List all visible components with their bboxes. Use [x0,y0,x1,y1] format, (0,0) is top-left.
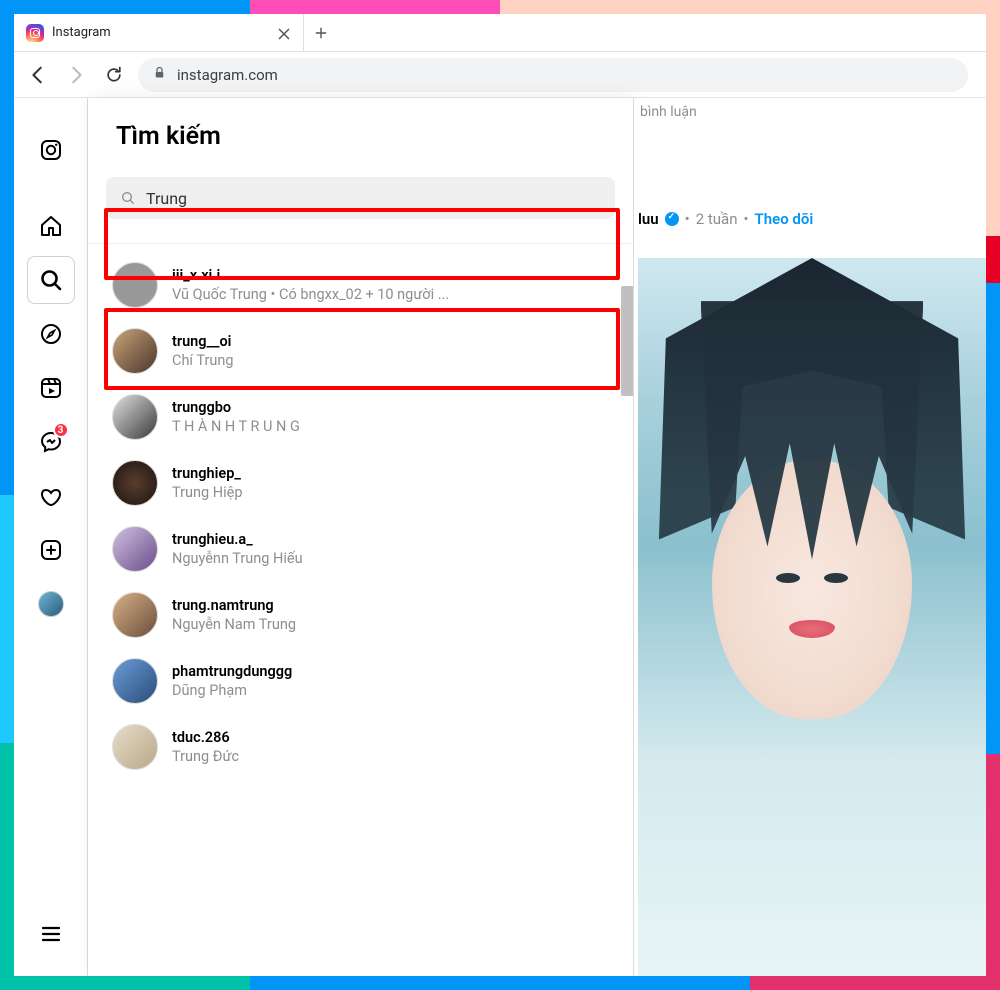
sidebar-notifications[interactable] [27,472,75,520]
post-image[interactable] [638,258,986,976]
post-sep: • [743,210,748,228]
search-title: Tìm kiếm [88,98,633,177]
result-username: phamtrungdunggg [172,663,292,680]
search-result-item[interactable]: trunggbo T H À N H T R U N G [88,384,633,450]
search-result-item[interactable]: trung.namtrung Nguyễn Nam Trung [88,582,633,648]
follow-button[interactable]: Theo dõi [755,210,814,228]
reload-button[interactable] [100,61,128,89]
scrollbar[interactable] [621,286,634,396]
post-username[interactable]: luu [638,210,659,228]
close-tab-icon[interactable] [277,26,291,40]
browser-window: Instagram instagram.com [14,14,986,976]
post-sep: • [685,210,690,228]
result-username: iii_x.xi.i [172,267,449,284]
url-text: instagram.com [177,66,278,84]
sidebar-profile[interactable] [27,580,75,628]
result-username: trunghieu.a_ [172,531,303,548]
result-subtitle: Nguyễn Nam Trung [172,616,296,633]
result-avatar [112,658,158,704]
result-avatar [112,592,158,638]
back-button[interactable] [24,61,52,89]
messages-badge: 3 [53,422,69,438]
search-result-item[interactable]: phamtrungdunggg Dũng Phạm [88,648,633,714]
search-input-wrap: Trung [88,177,633,244]
result-avatar [112,724,158,770]
result-username: trunggbo [172,399,300,416]
instagram-sidebar: 3 [14,98,88,976]
search-result-item[interactable]: trunghiep_ Trung Hiệp [88,450,633,516]
result-avatar [112,460,158,506]
result-subtitle: T H À N H T R U N G [172,418,300,435]
search-result-item[interactable]: iii_x.xi.i Vũ Quốc Trung • Có bngxx_02 + … [88,252,633,318]
result-subtitle: Vũ Quốc Trung • Có bngxx_02 + 10 người .… [172,286,449,303]
result-subtitle: Trung Hiệp [172,484,242,501]
sidebar-explore[interactable] [27,310,75,358]
search-results: iii_x.xi.i Vũ Quốc Trung • Có bngxx_02 + … [88,244,633,932]
sidebar-create[interactable] [27,526,75,574]
search-result-item[interactable]: trung__oi Chí Trung [88,318,633,384]
result-subtitle: Dũng Phạm [172,682,292,699]
new-tab-button[interactable] [304,26,338,40]
result-username: trung.namtrung [172,597,296,614]
comment-fragment: bình luận [634,98,986,154]
lock-icon [152,65,167,84]
sidebar-home[interactable] [27,202,75,250]
forward-button[interactable] [62,61,90,89]
sidebar-logo[interactable] [27,126,75,174]
result-avatar [112,394,158,440]
result-avatar [112,262,158,308]
sidebar-messages[interactable]: 3 [27,418,75,466]
result-username: tduc.286 [172,729,239,746]
browser-toolbar: instagram.com [14,52,986,98]
search-result-item[interactable]: trunghieu.a_ Nguyễnn Trung Hiếu [88,516,633,582]
result-username: trunghiep_ [172,465,242,482]
feed-column: bình luận luu • 2 tuần • Theo dõi [634,98,986,976]
result-username: trung__oi [172,333,234,350]
search-icon [120,190,136,206]
search-panel: Tìm kiếm Trung iii_x.xi.i Vũ Quốc Trung •… [88,98,634,976]
instagram-favicon [26,24,44,42]
avatar-icon [38,591,64,617]
sidebar-more[interactable] [27,910,75,958]
sidebar-search[interactable] [27,256,75,304]
post-header: luu • 2 tuần • Theo dõi [638,210,813,228]
search-result-item[interactable]: tduc.286 Trung Đức [88,714,633,780]
tab-title: Instagram [52,25,269,40]
verified-icon [665,212,679,226]
browser-tab[interactable]: Instagram [14,14,304,51]
result-avatar [112,526,158,572]
result-subtitle: Nguyễnn Trung Hiếu [172,550,303,567]
result-subtitle: Chí Trung [172,352,234,369]
search-query-text: Trung [146,189,187,208]
result-subtitle: Trung Đức [172,748,239,765]
address-bar[interactable]: instagram.com [138,58,968,92]
search-input[interactable]: Trung [106,177,615,219]
browser-tabbar: Instagram [14,14,986,52]
result-avatar [112,328,158,374]
post-time: 2 tuần [696,210,738,228]
sidebar-reels[interactable] [27,364,75,412]
